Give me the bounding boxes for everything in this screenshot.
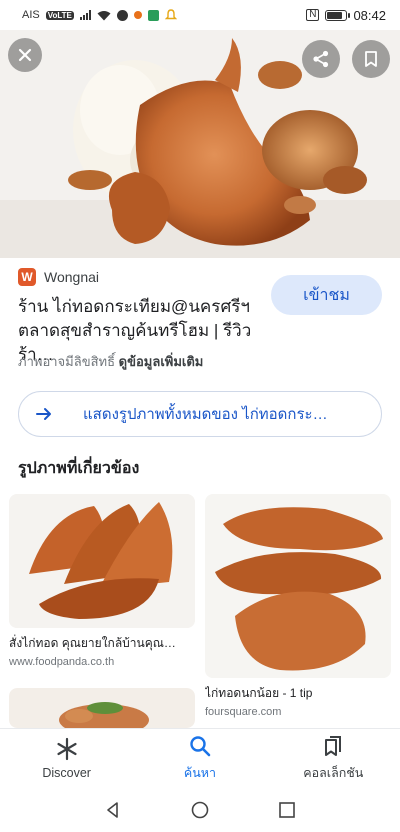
nav-label: ค้นหา xyxy=(183,766,217,780)
home-circle-icon[interactable] xyxy=(190,800,210,820)
search-icon xyxy=(190,736,211,757)
save-button[interactable] xyxy=(352,40,390,78)
related-image-tile[interactable]: ไก่ทอดนกน้อย - 1 tip foursquare.com xyxy=(205,494,391,724)
related-images-heading: รูปภาพที่เกี่ยวข้อง xyxy=(18,460,140,477)
nav-collections[interactable]: คอลเล็กชัน xyxy=(273,734,393,783)
show-all-images-button[interactable]: แสดงรูปภาพทั้งหมดของ ไก่ทอดกระ… xyxy=(18,391,382,437)
wifi-icon xyxy=(97,10,111,20)
related-image-caption: ไก่ทอดนกน้อย - 1 tip xyxy=(205,686,313,700)
collections-icon xyxy=(325,736,342,756)
arrow-right-icon xyxy=(36,408,51,420)
show-all-label: แสดงรูปภาพทั้งหมดของ ไก่ทอดกระ… xyxy=(83,406,328,423)
related-image-caption: สั่งไก่ทอด คุณยายใกล้บ้านคุณ… xyxy=(9,636,176,650)
app-notification-icon xyxy=(133,11,142,19)
copyright-notice: ภาพอาจมีลิขสิทธิ์ ดูข้อมูลเพิ่มเติม xyxy=(18,351,203,372)
app-notification-icon xyxy=(147,9,159,21)
nav-label: Discover xyxy=(42,766,91,780)
status-bar: AIS VoLTE N 08:42 xyxy=(0,0,400,30)
visit-button[interactable]: เข้าชม xyxy=(271,275,382,315)
copyright-text: ภาพอาจมีลิขสิทธิ์ xyxy=(18,354,116,369)
close-icon xyxy=(18,48,32,62)
asterisk-icon xyxy=(57,737,77,761)
related-image-source: www.foodpanda.co.th xyxy=(9,656,115,668)
back-triangle-icon[interactable] xyxy=(103,800,123,820)
bell-icon xyxy=(164,9,177,20)
nav-search[interactable]: ค้นหา xyxy=(140,734,260,783)
image-viewer-page: AIS VoLTE N 08:42 W Wongnai เข้าชม ร้าน … xyxy=(0,0,400,832)
volte-badge: VoLTE xyxy=(45,10,74,20)
more-info-link[interactable]: ดูข้อมูลเพิ่มเติม xyxy=(119,354,204,369)
nav-label: คอลเล็กชัน xyxy=(303,766,364,780)
share-button[interactable] xyxy=(302,40,340,78)
related-image xyxy=(9,494,195,628)
share-icon xyxy=(313,50,329,68)
related-image xyxy=(205,494,391,678)
fried-chicken-wing-photo xyxy=(0,30,400,258)
recents-square-icon[interactable] xyxy=(277,800,297,820)
app-notification-icon xyxy=(116,9,128,21)
signal-icon xyxy=(79,10,91,20)
close-button[interactable] xyxy=(8,38,42,72)
nav-discover[interactable]: Discover xyxy=(7,737,127,780)
source-name: Wongnai xyxy=(44,269,100,285)
wongnai-logo: W xyxy=(18,268,36,286)
hero-image[interactable] xyxy=(0,30,400,258)
nfc-icon: N xyxy=(306,9,320,21)
source-row[interactable]: W Wongnai xyxy=(18,268,99,286)
related-image-tile[interactable] xyxy=(9,688,195,728)
related-image-source: foursquare.com xyxy=(205,706,282,718)
clock: 08:42 xyxy=(353,7,386,23)
related-image-tile[interactable]: สั่งไก่ทอด คุณยายใกล้บ้านคุณ… www.foodpa… xyxy=(9,494,195,674)
bookmark-icon xyxy=(365,51,377,67)
related-image xyxy=(9,688,195,728)
carrier-label: AIS xyxy=(22,9,40,21)
system-navigation-bar xyxy=(0,788,400,832)
battery-icon xyxy=(325,9,351,21)
bottom-navigation: Discover ค้นหา คอลเล็กชัน xyxy=(0,728,400,788)
